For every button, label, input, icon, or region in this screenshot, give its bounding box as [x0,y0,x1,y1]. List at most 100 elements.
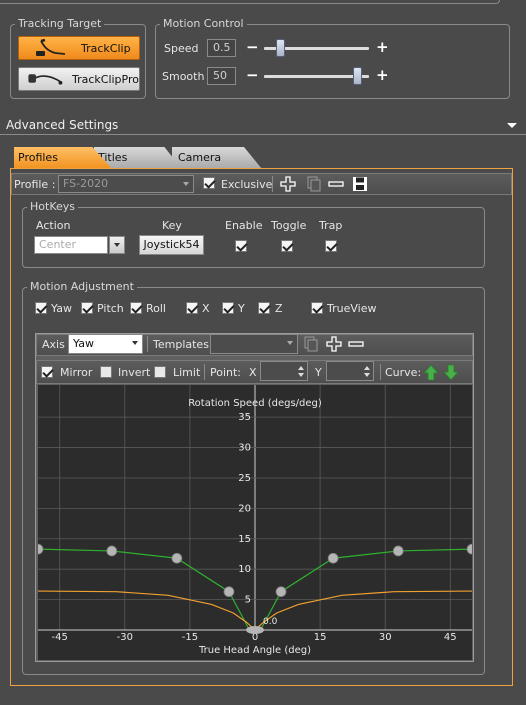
curve-control-point[interactable] [392,545,404,557]
motion-control-group: Motion Control [155,17,510,99]
invert-checkbox[interactable] [100,366,112,378]
axis-pitch-label: Pitch [97,302,124,315]
advanced-settings-title: Advanced Settings [6,118,119,132]
x-tick-label: -30 [117,632,133,643]
speed-value[interactable]: 0.5 [207,39,236,57]
profile-label: Profile : [14,178,56,191]
y-tick-label: 35 [238,412,251,423]
y-tick-label: 10 [238,564,251,575]
toolbar-separator [147,336,148,352]
tab-profiles-label: Profiles [18,151,58,164]
toolbar-separator [380,364,381,380]
curve-control-point[interactable] [327,552,339,564]
curve-control-point[interactable] [223,586,235,598]
x-tick-label: -45 [52,632,68,643]
chevron-down-icon [132,341,138,345]
axis-x-checkbox[interactable] [186,302,198,314]
axis-z-checkbox[interactable] [258,302,270,314]
point-x-spinner[interactable] [260,361,308,381]
point-label: Point: [210,366,242,379]
speed-minus-button[interactable]: − [246,40,259,55]
spin-down-icon[interactable] [364,373,370,377]
curve-chart[interactable]: -45 -30 -15 0 15 30 453530252015105 Rotation S… [38,385,472,660]
smooth-minus-button[interactable]: − [246,68,259,83]
hotkey-trap-checkbox[interactable] [325,240,337,252]
hotkey-key-button[interactable]: Joystick54 [139,235,204,255]
axis-yaw-label: Yaw [51,302,72,315]
curve-control-point[interactable] [275,586,287,598]
hotkey-enable-checkbox[interactable] [235,240,247,252]
axis-pitch-checkbox[interactable] [81,302,93,314]
x-tick-label: 15 [314,632,327,643]
axis-trueview-checkbox[interactable] [311,302,323,314]
hotkey-action-dropdown-button[interactable] [109,236,125,254]
collapse-chevron-icon[interactable] [507,123,517,128]
x-tick-label: -15 [182,632,198,643]
remove-point-icon[interactable] [348,336,364,352]
origin-control-point[interactable] [246,626,264,634]
copy-profile-icon[interactable] [306,176,322,192]
curve-control-point[interactable] [106,545,118,557]
exclusive-checkbox[interactable] [203,177,215,189]
trackclippro-button[interactable]: TrackClipPro [18,67,140,91]
chevron-down-icon [183,182,189,186]
limit-checkbox[interactable] [154,366,166,378]
hotkeys-enable-header: Enable [225,219,263,232]
axis-yaw-checkbox[interactable] [35,302,47,314]
invert-label: Invert [118,366,151,379]
curve-control-point[interactable] [466,543,472,555]
advanced-settings-divider [0,134,526,135]
smooth-label: Smooth [162,70,205,83]
smooth-value[interactable]: 50 [207,67,236,85]
profile-value: FS-2020 [63,177,109,190]
axis-trueview-label: TrueView [327,302,377,315]
point-y-label: Y [315,366,322,379]
axis-y-checkbox[interactable] [222,302,234,314]
top-divider [0,0,500,4]
add-point-icon[interactable] [326,336,342,352]
axis-roll-label: Roll [146,302,166,315]
hotkey-action-value: Center [39,238,77,251]
curve-graph[interactable]: -45 -30 -15 0 15 30 45 35 30 25 20 15 10 5 Rotation S… [38,385,472,660]
point-x-label: X [249,366,257,379]
speed-plus-button[interactable]: + [376,40,389,55]
spin-down-icon[interactable] [298,373,304,377]
speed-slider-thumb[interactable] [275,39,285,57]
curve-control-point[interactable] [38,543,44,555]
smooth-slider-thumb[interactable] [353,67,363,85]
remove-profile-icon[interactable] [328,176,344,192]
axis-select[interactable]: Yaw [68,334,143,354]
spin-up-icon[interactable] [298,366,304,370]
exclusive-label: Exclusive [221,178,273,191]
trackclip-icon [36,38,66,56]
spin-up-icon[interactable] [364,366,370,370]
axis-y-label: Y [238,302,245,315]
curve-label: Curve: [385,366,422,379]
copy-template-icon[interactable] [303,336,319,352]
y-tick-label: 20 [238,503,251,514]
axis-x-label: X [202,302,210,315]
trackclippro-icon [28,74,63,85]
templates-label: Templates [153,338,209,351]
curve-up-arrow-icon[interactable] [423,363,439,381]
hotkey-action-field[interactable]: Center [34,236,108,254]
axis-roll-checkbox[interactable] [130,302,142,314]
tab-camera[interactable]: Camera [172,147,262,169]
smooth-plus-button[interactable]: + [376,68,389,83]
templates-select[interactable] [210,334,298,354]
motion-adjustment-title: Motion Adjustment [27,280,137,293]
x-tick-label: 45 [444,632,457,643]
point-y-spinner[interactable] [326,361,374,381]
curve-down-arrow-icon[interactable] [443,363,459,381]
hotkeys-toggle-header: Toggle [271,219,307,232]
axis-z-label: Z [275,302,283,315]
add-profile-icon[interactable] [280,176,296,192]
hotkey-toggle-checkbox[interactable] [281,240,293,252]
trackclippro-label: TrackClipPro [71,72,139,86]
speed-label: Speed [164,42,199,55]
profile-select[interactable]: FS-2020 [58,175,194,193]
curve-control-point[interactable] [171,552,183,564]
save-profile-icon[interactable] [352,176,368,192]
trackclip-button[interactable]: TrackClip [18,36,140,60]
mirror-checkbox[interactable] [41,366,53,378]
